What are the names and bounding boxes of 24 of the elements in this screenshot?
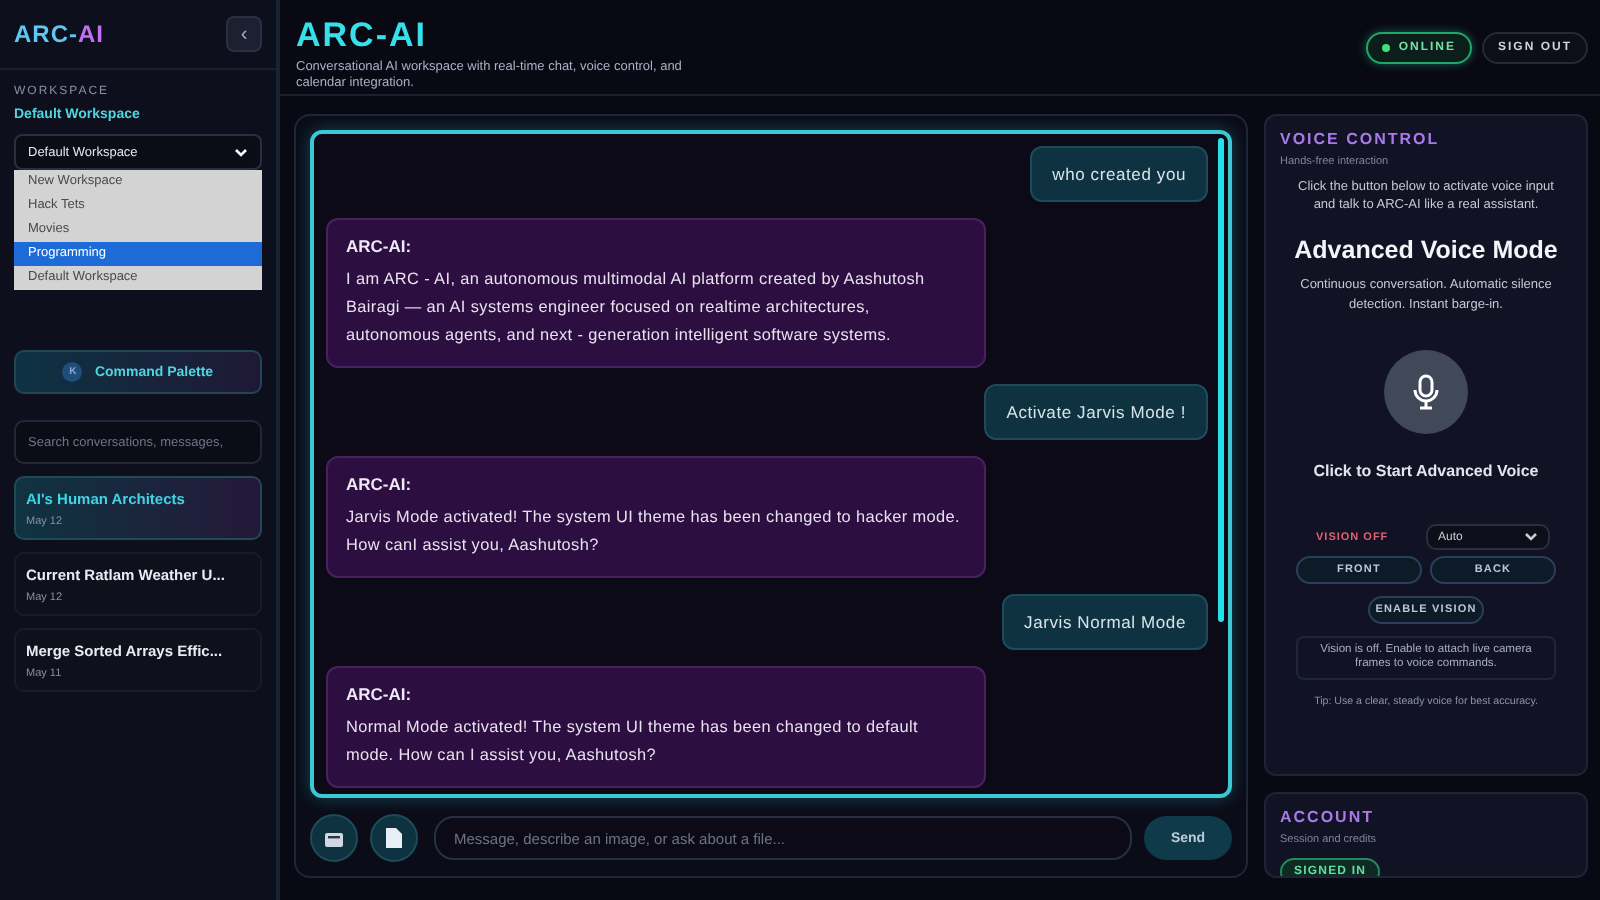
card-title: ACCOUNT [1280, 808, 1376, 826]
message-text: Normal Mode activated! The system UI theme has been changed to default mode. How can I assist you, Aashutosh? [346, 716, 921, 768]
document-icon [386, 828, 402, 848]
user-message: Activate Jarvis Mode ! [984, 384, 1208, 440]
message-text: Jarvis Mode activated! The system UI theme has been changed to hacker mode. How canI assist you, Aashutosh? [346, 506, 963, 558]
logo-text: ARC-AI [14, 20, 104, 48]
chevron-down-icon [1524, 532, 1538, 542]
microphone-button[interactable] [1384, 350, 1468, 434]
sender-name: ARC-AI: [346, 684, 414, 704]
sender-name: ARC-AI: [346, 236, 414, 256]
scrollbar[interactable] [1218, 138, 1224, 622]
user-message: who created you [1030, 146, 1208, 202]
collapse-button[interactable]: ‹ [226, 16, 262, 52]
sender-name: ARC-AI: [346, 474, 414, 494]
file-button[interactable] [370, 814, 418, 862]
start-label: Click to Start Advanced Voice [1313, 462, 1539, 480]
chevron-down-icon [234, 147, 248, 157]
card-title: VOICE CONTROL [1280, 130, 1440, 148]
app-title: ARC-AI [296, 16, 429, 56]
message-text: I am ARC - AI, an autonomous multimodal AI platform created by Aashutosh Bairagi — an AI systems engineer focused on realtime architectures, autonomous agents, and next - generation intelligent software systems. [346, 268, 927, 348]
microphone-icon [1412, 374, 1440, 410]
camera-button[interactable] [310, 814, 358, 862]
user-message: Jarvis Normal Mode [1002, 594, 1208, 650]
mode-title: Advanced Voice Mode [1294, 236, 1558, 264]
